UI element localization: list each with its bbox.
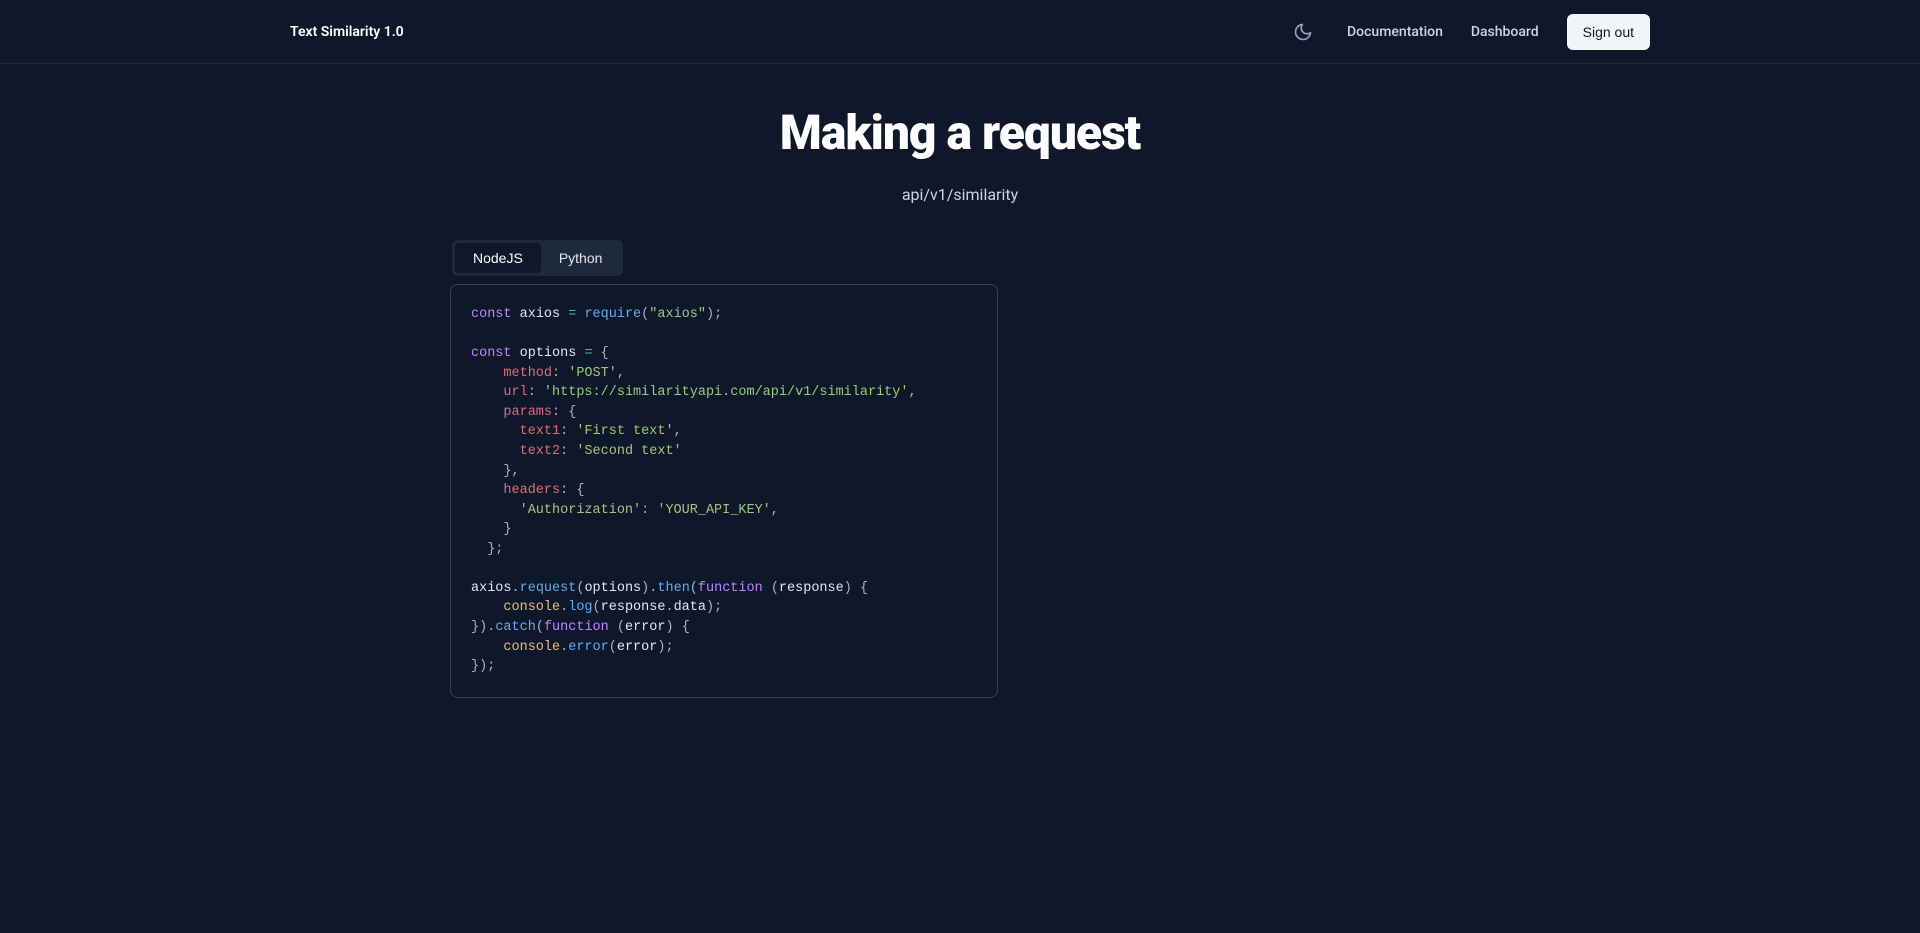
- code-token: ;: [487, 659, 495, 674]
- code-token: };: [471, 542, 503, 557]
- code-token: {: [852, 581, 868, 596]
- code-token: ): [479, 659, 487, 674]
- theme-toggle-button[interactable]: [1287, 16, 1319, 48]
- code-token: (: [609, 620, 625, 635]
- code-token: {: [593, 346, 609, 361]
- code-token: console: [471, 600, 560, 615]
- code-token: :: [552, 405, 560, 420]
- code-token: 'First text': [568, 424, 673, 439]
- code-token: log: [568, 600, 592, 615]
- code-token: text1: [471, 424, 560, 439]
- code-token: then: [657, 581, 689, 596]
- code-token: .: [665, 600, 673, 615]
- code-token: headers: [471, 483, 560, 498]
- code-token: url: [471, 385, 528, 400]
- code-token: options: [584, 581, 641, 596]
- page-title: Making a request: [450, 104, 1470, 161]
- main-container: Making a request api/v1/similarity NodeJ…: [430, 64, 1490, 738]
- code-token: }: [471, 522, 512, 537]
- code-token: data: [674, 600, 706, 615]
- code-token: console: [471, 640, 560, 655]
- code-token: ;: [714, 600, 722, 615]
- code-token: (: [763, 581, 779, 596]
- tab-nodejs[interactable]: NodeJS: [455, 243, 541, 273]
- code-token: ,: [617, 366, 625, 381]
- code-token: params: [471, 405, 552, 420]
- navbar: Text Similarity 1.0 Documentation Dashbo…: [0, 0, 1920, 64]
- endpoint-path: api/v1/similarity: [450, 185, 1470, 204]
- code-token: ;: [665, 640, 673, 655]
- tab-python[interactable]: Python: [541, 243, 621, 273]
- nav-dashboard[interactable]: Dashboard: [1471, 24, 1539, 40]
- code-token: 'Second text': [568, 444, 681, 459]
- code-token: response: [601, 600, 666, 615]
- brand-logo[interactable]: Text Similarity 1.0: [290, 24, 404, 40]
- code-token: ): [665, 620, 673, 635]
- code-token: (: [690, 581, 698, 596]
- code-token: =: [584, 346, 592, 361]
- code-token: 'POST': [560, 366, 617, 381]
- code-token: }: [471, 659, 479, 674]
- code-token: (: [609, 640, 617, 655]
- code-token: request: [520, 581, 577, 596]
- code-token: {: [560, 405, 576, 420]
- code-token: require: [576, 307, 641, 322]
- code-token: },: [471, 464, 520, 479]
- code-token: ,: [771, 503, 779, 518]
- code-token: error: [568, 640, 609, 655]
- code-token: ): [844, 581, 852, 596]
- code-token: :: [528, 385, 536, 400]
- code-token: const: [471, 346, 512, 361]
- code-token: ;: [714, 307, 722, 322]
- code-token: 'Authorization': [471, 503, 641, 518]
- code-block: const axios = require ( "axios"); const op…: [450, 284, 998, 698]
- code-token: axios: [471, 581, 512, 596]
- code-token: method: [471, 366, 552, 381]
- signout-button[interactable]: Sign out: [1567, 14, 1650, 50]
- code-token: 'https://similarityapi.com/api/v1/simila…: [536, 385, 909, 400]
- code-token: ): [706, 307, 714, 322]
- code-token: options: [512, 346, 585, 361]
- nav-right: Documentation Dashboard Sign out: [1287, 14, 1650, 50]
- code-tabs: NodeJS Python: [452, 240, 623, 276]
- code-token: {: [568, 483, 584, 498]
- code-token: ,: [674, 424, 682, 439]
- code-token: ): [706, 600, 714, 615]
- code-token: .: [512, 581, 520, 596]
- code-token: }: [471, 620, 479, 635]
- code-token: :: [552, 366, 560, 381]
- code-token: function: [698, 581, 763, 596]
- code-token: 'YOUR_API_KEY': [649, 503, 771, 518]
- code-token: catch: [495, 620, 536, 635]
- code-token: (: [536, 620, 544, 635]
- code-token: ): [479, 620, 487, 635]
- code-token: function: [544, 620, 609, 635]
- nav-documentation[interactable]: Documentation: [1347, 24, 1443, 40]
- code-token: {: [674, 620, 690, 635]
- code-token: (: [593, 600, 601, 615]
- moon-icon: [1293, 22, 1313, 42]
- code-token: response: [779, 581, 844, 596]
- code-token: error: [625, 620, 666, 635]
- code-token: ,: [909, 385, 917, 400]
- code-token: "axios": [649, 307, 706, 322]
- code-token: axios: [512, 307, 569, 322]
- code-token: const: [471, 307, 512, 322]
- code-token: error: [617, 640, 658, 655]
- code-token: text2: [471, 444, 560, 459]
